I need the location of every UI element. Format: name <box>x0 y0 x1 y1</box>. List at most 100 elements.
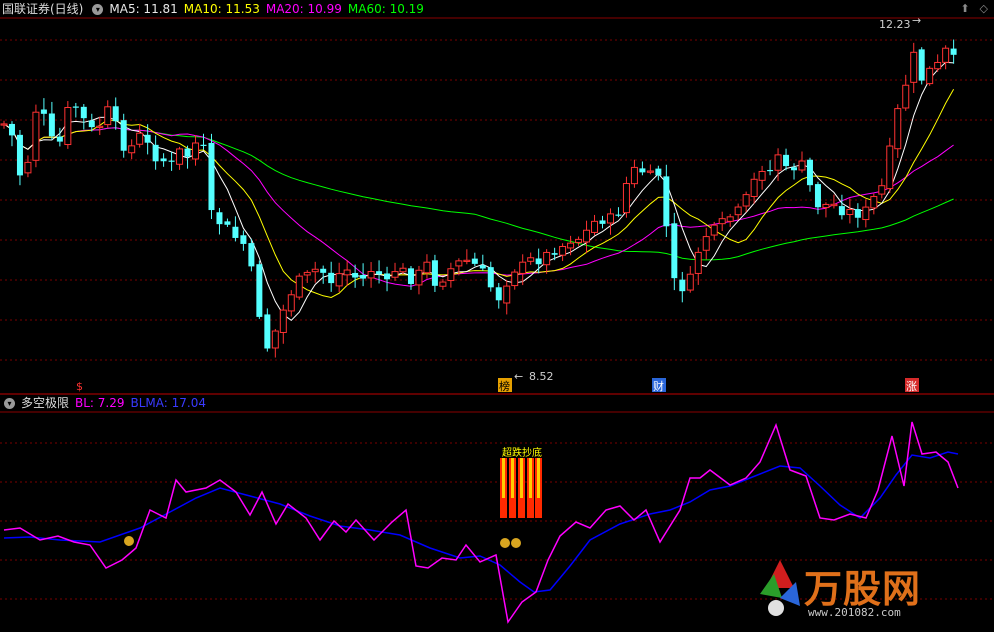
candle-body <box>686 273 694 291</box>
logo-icon <box>760 560 800 616</box>
candle-body <box>384 273 391 280</box>
candle-body <box>702 236 710 251</box>
candle-body <box>543 251 551 266</box>
candle-body <box>328 272 335 284</box>
candle-body <box>208 142 215 211</box>
ma20-line <box>3 123 954 287</box>
candle-body <box>783 154 790 167</box>
candle-body <box>152 144 159 162</box>
candle-body <box>599 220 606 224</box>
candle-body <box>767 169 774 172</box>
candle-body <box>447 268 455 282</box>
candle-body <box>224 221 231 225</box>
candle-body <box>96 125 104 128</box>
candle-body <box>240 235 247 244</box>
signal-bar-core <box>520 458 523 498</box>
marker-zhang-text: 涨 <box>906 380 917 393</box>
candle-body <box>120 120 127 151</box>
candle-body <box>894 108 902 150</box>
candle-body <box>806 159 813 186</box>
candle-body <box>902 84 910 109</box>
candle-body <box>56 136 63 142</box>
candle-body <box>694 251 702 274</box>
candle-body <box>216 212 223 225</box>
ma20-path <box>3 123 954 287</box>
candle-body <box>742 194 750 207</box>
candle-body <box>918 49 925 81</box>
candle-body <box>822 203 830 209</box>
candle-body <box>256 264 263 317</box>
candle-body <box>352 272 359 278</box>
candle-body <box>471 258 478 264</box>
candle-body <box>886 145 894 190</box>
candle-body <box>0 123 8 126</box>
site-watermark: 万股网 www.201082.com <box>756 554 966 622</box>
candle-body <box>838 206 845 216</box>
candle-body <box>862 206 870 221</box>
marker-dollar[interactable]: $ <box>76 380 83 393</box>
candle-body <box>407 268 414 284</box>
candle-body <box>104 106 112 126</box>
candle-body <box>567 242 575 249</box>
candle-body <box>367 271 375 279</box>
candle-body <box>232 226 239 238</box>
candle-body <box>606 213 614 224</box>
candle-body <box>559 245 567 256</box>
candle-body <box>910 51 918 83</box>
candle-body <box>718 218 726 225</box>
candle-body <box>8 123 15 136</box>
candle-body <box>192 142 200 160</box>
candle-body <box>184 148 191 157</box>
candle-body <box>439 281 447 287</box>
money-bag-icon <box>124 536 134 546</box>
candle-body <box>463 259 471 262</box>
candle-body <box>176 148 184 165</box>
candle-body <box>926 67 934 85</box>
low-price-label: 8.52 <box>529 370 554 383</box>
candle-body <box>376 271 383 275</box>
candle-body <box>391 271 399 278</box>
candle-body <box>311 268 319 273</box>
candle-body <box>830 203 838 207</box>
candle-body <box>360 274 367 279</box>
money-bag-icon <box>511 538 521 548</box>
candle-body <box>615 214 622 216</box>
candle-body <box>575 238 583 243</box>
candle-body <box>774 154 782 171</box>
candle-body <box>64 107 72 146</box>
candle-body <box>750 178 758 198</box>
candle-body <box>112 106 119 122</box>
candle-body <box>295 275 303 298</box>
candle-body <box>726 216 734 222</box>
signal-label: 超跌抄底 <box>502 446 542 459</box>
candle-body <box>479 265 486 269</box>
candle-body <box>88 120 95 128</box>
candle-body <box>248 243 255 267</box>
candle-body <box>878 185 886 195</box>
candle-body <box>487 267 494 288</box>
candle-body <box>679 279 686 292</box>
candle-body <box>264 314 271 349</box>
candle-body <box>168 160 175 162</box>
candle-body <box>303 271 311 276</box>
candle-body <box>622 183 630 214</box>
candle-body <box>846 209 854 215</box>
candle-body <box>791 167 798 171</box>
candle-body <box>455 260 463 267</box>
candle-body <box>320 268 327 273</box>
candle-body <box>671 223 678 279</box>
candle-body <box>40 109 47 114</box>
signal-bar-core <box>502 458 505 498</box>
ma5-line <box>3 61 954 321</box>
candlesticks[interactable] <box>0 39 957 358</box>
candle-body <box>663 176 670 227</box>
candle-body <box>710 224 718 236</box>
candle-body <box>144 134 151 143</box>
candle-body <box>511 271 519 287</box>
candle-body <box>583 229 591 243</box>
signal-bar-core <box>529 458 532 498</box>
candle-body <box>287 294 295 312</box>
candle-body <box>343 269 351 276</box>
candle-body <box>16 134 23 176</box>
stock-chart[interactable]: 12.23 → ← 8.52 $ 榜 财 涨 超跌抄底 <box>0 0 994 632</box>
